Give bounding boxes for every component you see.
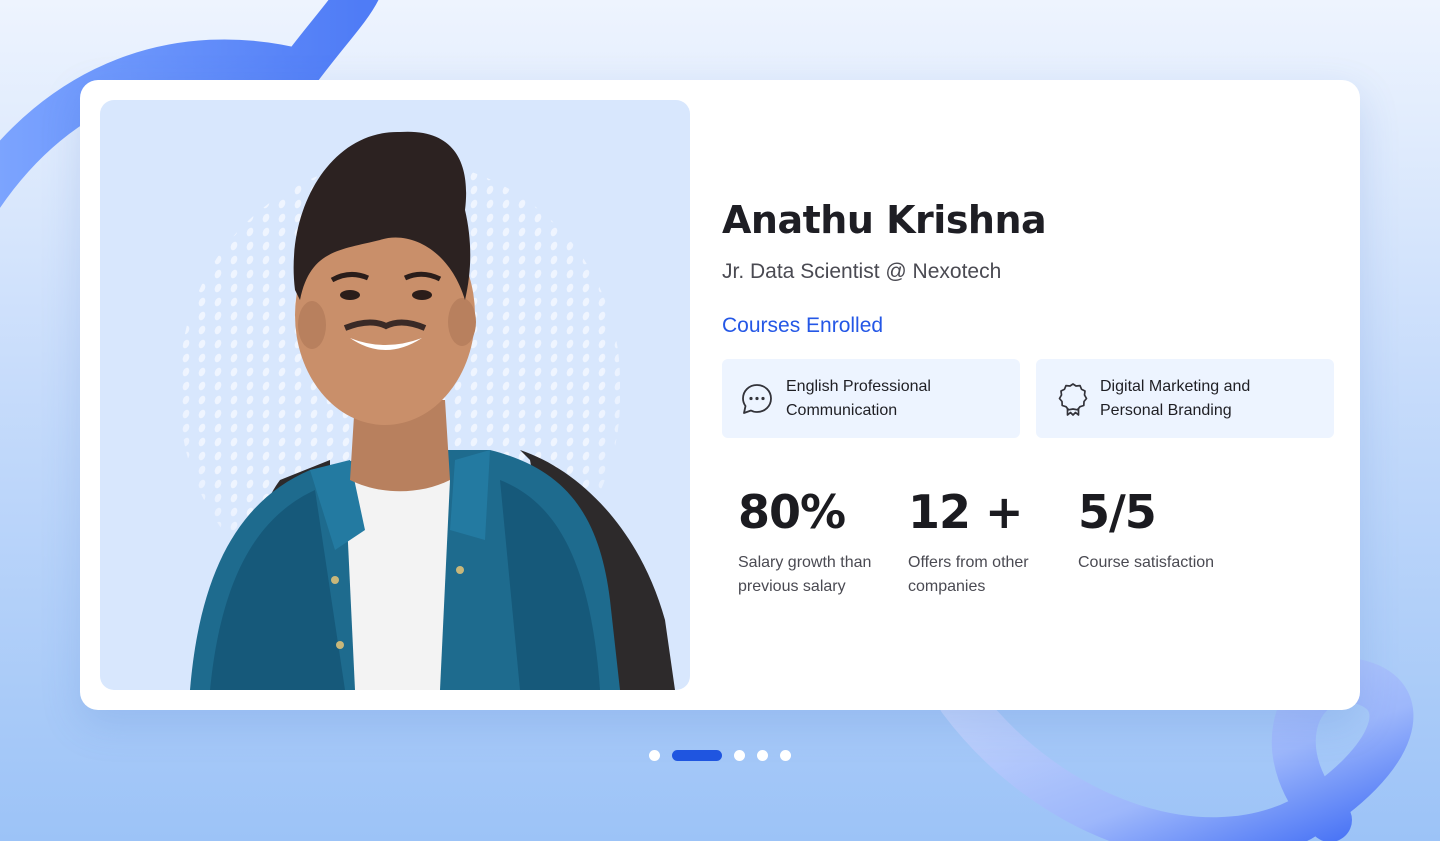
courses-enrolled-heading: Courses Enrolled xyxy=(722,314,884,337)
award-badge-icon xyxy=(1058,382,1088,416)
stat-salary-growth: 80% Salary growth than previous salary xyxy=(738,485,898,599)
carousel-dot-active[interactable] xyxy=(672,750,722,761)
course-line-2: Communication xyxy=(786,401,898,419)
stat-desc-line-1: Course satisfaction xyxy=(1078,554,1215,571)
profile-photo xyxy=(100,100,690,690)
carousel-dot[interactable] xyxy=(649,750,660,761)
carousel-dot[interactable] xyxy=(734,750,745,761)
chat-bubble-icon xyxy=(742,383,772,414)
student-name: Anathu Krishna xyxy=(722,198,1047,242)
stat-value: 80% xyxy=(738,485,846,539)
testimonial-card: Anathu Krishna Jr. Data Scientist @ Nexo… xyxy=(80,80,1360,710)
course-card-digital-marketing: Digital Marketing and Personal Branding xyxy=(1036,359,1334,438)
course-line-2: Personal Branding xyxy=(1100,401,1232,419)
stat-value: 5/5 xyxy=(1078,485,1157,539)
course-line-1: Digital Marketing and xyxy=(1100,377,1251,395)
carousel-dot[interactable] xyxy=(780,750,791,761)
course-card-english: English Professional Communication xyxy=(722,359,1020,438)
stat-course-satisfaction: 5/5 Course satisfaction xyxy=(1078,485,1238,575)
student-role: Jr. Data Scientist @ Nexotech xyxy=(722,260,1002,283)
stat-desc-line-1: Salary growth than xyxy=(738,554,872,571)
stat-desc-line-1: Offers from other xyxy=(908,554,1029,571)
stat-desc-line-2: companies xyxy=(908,578,986,595)
stat-offers: 12 + Offers from other companies xyxy=(908,485,1068,599)
carousel-pagination xyxy=(649,750,803,761)
course-line-1: English Professional xyxy=(786,377,931,395)
stat-value: 12 + xyxy=(908,485,1024,539)
carousel-dot[interactable] xyxy=(757,750,768,761)
stat-desc-line-2: previous salary xyxy=(738,578,846,595)
profile-info: Anathu Krishna Jr. Data Scientist @ Nexo… xyxy=(722,80,1342,710)
